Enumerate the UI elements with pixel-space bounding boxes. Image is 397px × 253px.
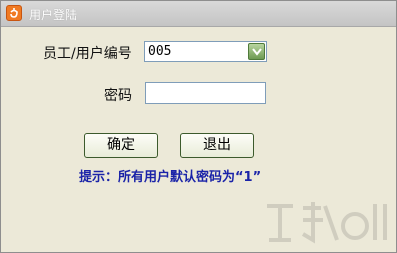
chevron-down-icon <box>252 48 262 56</box>
login-window: 用户登陆 员工/用户编号 005 密码 确定 退出 提示：所有用户默认密码为“1… <box>0 0 397 253</box>
app-logo-icon <box>6 5 22 21</box>
exit-button[interactable]: 退出 <box>180 133 254 158</box>
password-input[interactable] <box>145 82 266 104</box>
password-hint: 提示：所有用户默认密码为“1” <box>79 170 262 185</box>
title-bar[interactable]: 用户登陆 <box>1 1 396 27</box>
watermark-logo <box>267 202 387 244</box>
user-id-select[interactable]: 005 <box>144 41 267 62</box>
dropdown-button[interactable] <box>248 43 265 60</box>
user-id-label: 员工/用户编号 <box>43 46 132 62</box>
confirm-button[interactable]: 确定 <box>84 133 158 158</box>
password-label: 密码 <box>104 88 132 104</box>
window-title: 用户登陆 <box>29 8 78 22</box>
user-id-value: 005 <box>148 44 172 59</box>
